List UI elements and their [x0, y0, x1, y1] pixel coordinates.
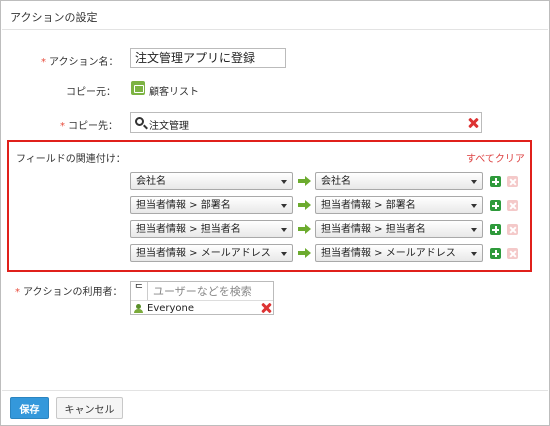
user-search-input[interactable]: [149, 282, 273, 300]
action-name-label: * アクション名：: [41, 57, 119, 68]
copy-source-app-name[interactable]: 顧客リスト: [149, 83, 199, 98]
add-row-icon[interactable]: [490, 200, 501, 211]
add-row-icon[interactable]: [490, 224, 501, 235]
title-divider: [2, 29, 548, 30]
arrow-right-icon: [298, 224, 312, 234]
footer-divider: [2, 390, 548, 391]
chevron-down-icon: [471, 228, 477, 232]
mapping-target-select[interactable]: 担当者情報 > メールアドレス: [315, 244, 483, 262]
mapping-source-select[interactable]: 担当者情報 > 部署名: [130, 196, 293, 214]
action-name-input[interactable]: 注文管理アプリに登録: [130, 48, 286, 68]
clear-all-link[interactable]: すべてクリア: [466, 150, 525, 165]
remove-row-icon[interactable]: [507, 176, 518, 187]
mapping-source-select[interactable]: 会社名: [130, 172, 293, 190]
user-picker: ᄃ Everyone: [130, 281, 274, 315]
required-mark: *: [41, 57, 46, 68]
mapping-target-select[interactable]: 担当者情報 > 担当者名: [315, 220, 483, 238]
arrow-right-icon: [298, 200, 312, 210]
arrow-right-icon: [298, 176, 312, 186]
required-mark: *: [15, 287, 20, 298]
add-row-icon[interactable]: [490, 248, 501, 259]
search-icon: [135, 117, 144, 126]
chevron-down-icon: [281, 252, 287, 256]
clear-icon[interactable]: [468, 118, 478, 128]
mapping-source-select[interactable]: 担当者情報 > 担当者名: [130, 220, 293, 238]
copy-dest-field[interactable]: 注文管理: [130, 112, 482, 133]
cancel-button[interactable]: キャンセル: [56, 397, 123, 419]
add-row-icon[interactable]: [490, 176, 501, 187]
chevron-down-icon: [471, 204, 477, 208]
org-tree-icon[interactable]: ᄃ: [131, 282, 148, 300]
save-button[interactable]: 保存: [10, 397, 49, 419]
remove-user-icon[interactable]: [261, 303, 271, 313]
remove-row-icon[interactable]: [507, 248, 518, 259]
copy-source-label: コピー元：: [66, 87, 116, 98]
remove-row-icon[interactable]: [507, 200, 518, 211]
remove-row-icon[interactable]: [507, 224, 518, 235]
arrow-right-icon: [298, 248, 312, 258]
action-settings-dialog: アクションの設定 * アクション名： 注文管理アプリに登録 コピー元： 顧客リスト…: [0, 0, 550, 426]
copy-dest-label: * コピー先：: [60, 121, 118, 132]
mapping-source-select[interactable]: 担当者情報 > メールアドレス: [130, 244, 293, 262]
copy-dest-value: 注文管理: [149, 121, 189, 132]
mapping-target-select[interactable]: 担当者情報 > 部署名: [315, 196, 483, 214]
user-group-icon: [134, 304, 145, 313]
chevron-down-icon: [281, 228, 287, 232]
dialog-title: アクションの設定: [10, 11, 98, 24]
chevron-down-icon: [281, 180, 287, 184]
required-mark: *: [60, 121, 65, 132]
selected-user-item: Everyone: [131, 300, 273, 315]
mapping-target-select[interactable]: 会社名: [315, 172, 483, 190]
chevron-down-icon: [471, 252, 477, 256]
app-icon: [131, 81, 145, 95]
action-users-label: * アクションの利用者：: [15, 287, 123, 298]
chevron-down-icon: [281, 204, 287, 208]
selected-user-name: Everyone: [147, 303, 195, 314]
field-mapping-label: フィールドの関連付け：: [16, 154, 126, 165]
chevron-down-icon: [471, 180, 477, 184]
